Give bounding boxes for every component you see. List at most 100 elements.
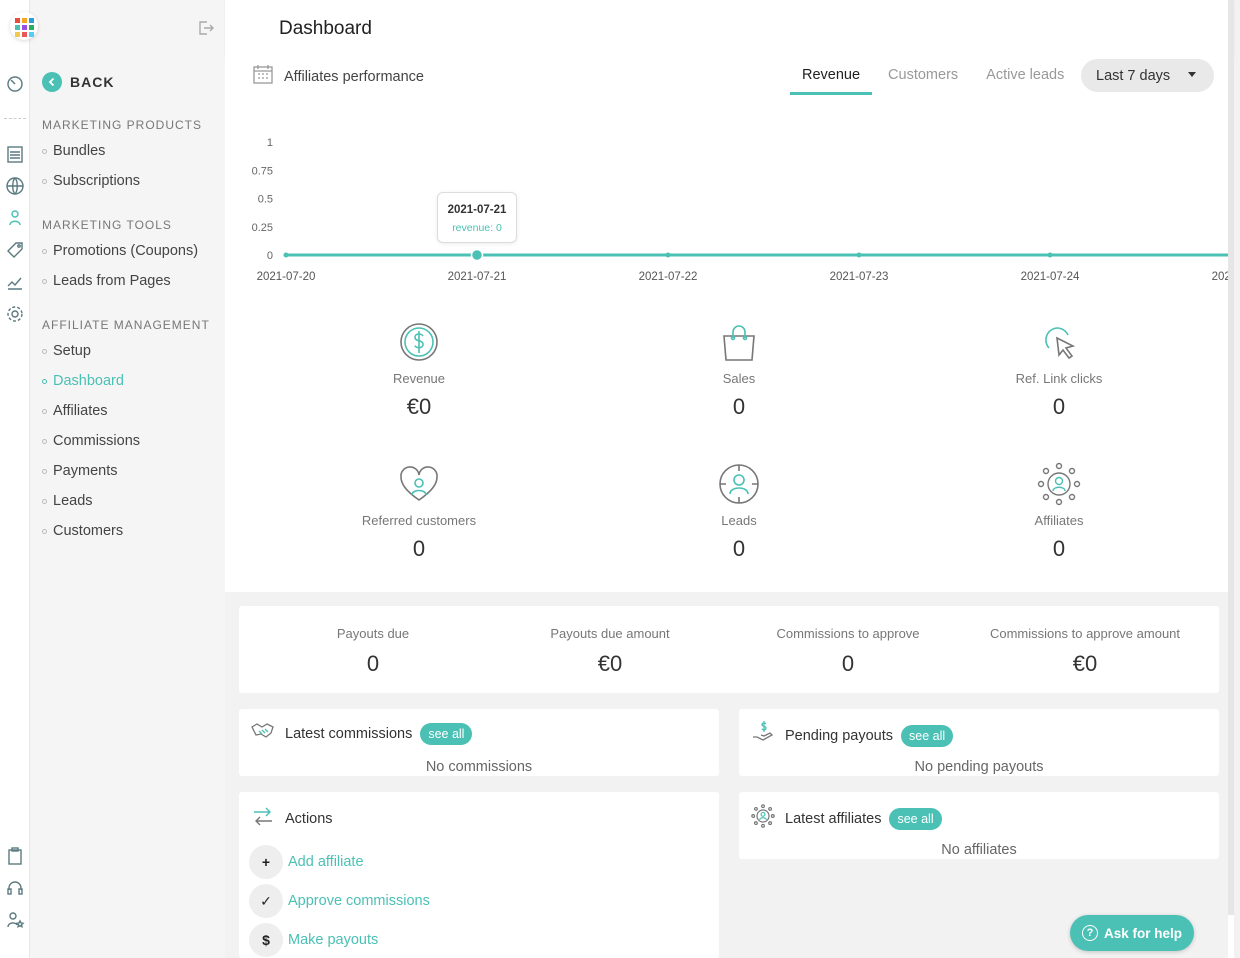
ask-for-help-button[interactable]: ? Ask for help	[1070, 915, 1194, 951]
x-tick-label: 2021-07-25	[1212, 271, 1228, 283]
stat-sales: Sales 0	[639, 319, 839, 420]
caret-down-icon	[1188, 72, 1196, 77]
stopwatch-icon[interactable]	[4, 72, 26, 94]
affiliates-see-all-button[interactable]: see all	[889, 807, 942, 830]
stat-label: Referred customers	[361, 513, 477, 528]
stat-referred-customers: Referred customers 0	[319, 461, 519, 562]
stat-value: 0	[1052, 394, 1066, 419]
make-payouts-button[interactable]: $ Make payouts	[249, 923, 378, 957]
cursor-click-icon	[959, 319, 1159, 365]
actions-card: Actions + Add affiliate ✓ Approve commis…	[239, 792, 719, 958]
stat-label: Leads	[721, 513, 757, 528]
stat-affiliates: Affiliates 0	[959, 461, 1159, 562]
stat-revenue: Revenue €0	[319, 319, 519, 420]
app-logo[interactable]	[10, 12, 38, 40]
page-title: Dashboard	[279, 18, 372, 39]
pending-payouts-card: Pending payouts see all No pending payou…	[739, 709, 1219, 776]
stat-ref-link-clicks: Ref. Link clicks 0	[959, 319, 1159, 420]
x-tick-label: 2021-07-22	[639, 271, 698, 283]
stat-value: €0	[406, 394, 432, 419]
sidebar-item-payments[interactable]: Payments	[42, 463, 117, 479]
commissions-see-all-button[interactable]: see all	[420, 722, 473, 745]
scrollbar[interactable]	[1228, 0, 1234, 958]
swap-arrows-icon	[251, 804, 275, 833]
network-user-icon	[751, 804, 775, 833]
check-icon: ✓	[249, 884, 283, 918]
list-icon[interactable]	[4, 143, 26, 165]
dollar-icon: $	[249, 923, 283, 957]
clipboard-icon[interactable]	[4, 845, 26, 867]
headset-icon[interactable]	[4, 877, 26, 899]
stat-value: 0	[412, 536, 426, 561]
tooltip-value: revenue: 0	[452, 222, 502, 234]
y-tick-label: 0.5	[258, 194, 273, 206]
sidebar-item-commissions[interactable]: Commissions	[42, 433, 140, 449]
star-user-icon[interactable]	[4, 909, 26, 931]
dollar-circle-icon	[319, 319, 519, 365]
hand-dollar-icon	[751, 721, 775, 750]
data-point	[665, 252, 671, 258]
stat-value: 0	[1052, 536, 1066, 561]
performance-tabs: Revenue Customers Active leads	[790, 57, 1080, 95]
globe-icon[interactable]	[4, 175, 26, 197]
logout-icon[interactable]	[197, 19, 215, 42]
stat-label: Ref. Link clicks	[1015, 371, 1103, 386]
payouts-see-all-button[interactable]: see all	[901, 724, 954, 747]
tooltip-date: 2021-07-21	[447, 204, 507, 216]
tab-active-leads[interactable]: Active leads	[974, 57, 1076, 95]
sidebar: BACK MARKETING PRODUCTS Bundles Subscrip…	[30, 0, 225, 958]
chevron-left-icon	[42, 72, 62, 92]
sidebar-item-leads-from-pages[interactable]: Leads from Pages	[42, 273, 171, 289]
sidebar-item-leads[interactable]: Leads	[42, 493, 93, 509]
approve-commissions-button[interactable]: ✓ Approve commissions	[249, 884, 430, 918]
chart-icon[interactable]	[4, 271, 26, 293]
stat-label: Affiliates	[1034, 513, 1084, 528]
icon-rail	[0, 0, 30, 958]
x-tick-label: 2021-07-24	[1021, 271, 1080, 283]
stat-value: 0	[732, 536, 746, 561]
plus-icon: +	[249, 845, 283, 879]
user-icon[interactable]	[4, 207, 26, 229]
stat-leads: Leads 0	[639, 461, 839, 562]
sidebar-item-affiliates[interactable]: Affiliates	[42, 403, 108, 419]
section-affiliate-management: AFFILIATE MANAGEMENT	[42, 318, 210, 332]
performance-title: Affiliates performance	[284, 68, 424, 85]
sidebar-item-bundles[interactable]: Bundles	[42, 143, 105, 159]
back-label: BACK	[70, 74, 115, 90]
stat-value: 0	[732, 394, 746, 419]
commissions-to-approve-amount: Commissions to approve amount €0	[989, 626, 1181, 676]
actions-title: Actions	[285, 810, 333, 827]
main-content: Dashboard Affiliates performance Revenue…	[225, 0, 1234, 958]
sidebar-item-dashboard[interactable]: Dashboard	[42, 373, 124, 389]
section-marketing-products: MARKETING PRODUCTS	[42, 118, 203, 132]
payouts-due-amount: Payouts due amount €0	[550, 626, 670, 676]
affiliates-performance-panel: Affiliates performance Revenue Customers…	[225, 57, 1234, 592]
latest-affiliates-card: Latest affiliates see all No affiliates	[739, 792, 1219, 859]
commissions-to-approve: Commissions to approve 0	[776, 626, 920, 676]
payouts-summary-card: Payouts due 0 Payouts due amount €0 Comm…	[239, 606, 1219, 693]
back-button[interactable]: BACK	[42, 72, 114, 92]
tab-revenue[interactable]: Revenue	[790, 57, 873, 95]
calendar-icon	[252, 63, 274, 90]
section-marketing-tools: MARKETING TOOLS	[42, 218, 172, 232]
help-label: Ask for help	[1103, 925, 1182, 941]
target-user-icon	[639, 461, 839, 507]
date-range-select[interactable]: Last 7 days	[1081, 59, 1214, 92]
sidebar-item-subscriptions[interactable]: Subscriptions	[42, 173, 140, 189]
tab-customers[interactable]: Customers	[876, 57, 970, 95]
commissions-empty-state: No commissions	[425, 759, 533, 775]
data-point	[283, 252, 289, 258]
tag-icon[interactable]	[4, 239, 26, 261]
sidebar-item-customers[interactable]: Customers	[42, 523, 123, 539]
add-affiliate-button[interactable]: + Add affiliate	[249, 845, 364, 879]
sidebar-item-promotions[interactable]: Promotions (Coupons)	[42, 243, 198, 259]
sidebar-item-setup[interactable]: Setup	[42, 343, 91, 359]
payouts-empty-state: No pending payouts	[914, 759, 1044, 775]
gear-icon[interactable]	[4, 303, 26, 325]
question-icon: ?	[1081, 925, 1098, 941]
shopping-bag-icon	[639, 319, 839, 365]
y-tick-label: 0.25	[252, 222, 273, 234]
latest-affiliates-title: Latest affiliates	[785, 810, 882, 827]
payouts-due: Payouts due 0	[336, 626, 410, 676]
scrollbar-thumb[interactable]	[1228, 0, 1234, 915]
